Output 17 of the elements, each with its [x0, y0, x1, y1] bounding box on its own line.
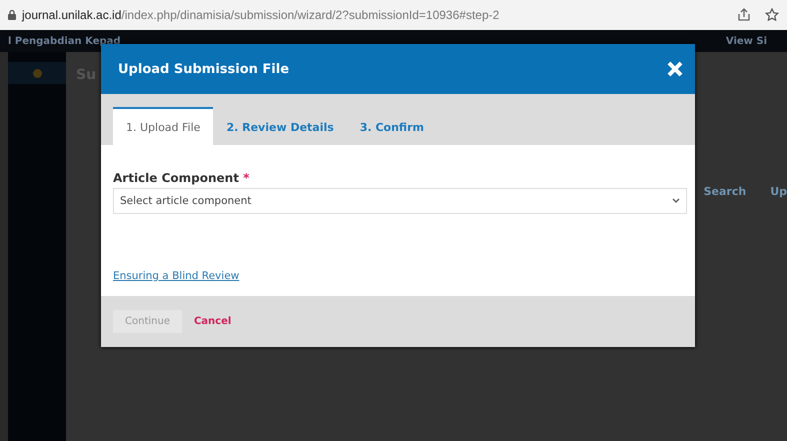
dialog-title: Upload Submission File — [118, 62, 290, 76]
site-title: l Pengabdian Kepad — [8, 36, 121, 46]
upload-link[interactable]: Up — [770, 185, 787, 198]
lock-icon — [8, 10, 16, 20]
share-icon[interactable] — [737, 8, 751, 22]
search-link[interactable]: Search — [704, 185, 746, 198]
cancel-link[interactable]: Cancel — [186, 310, 240, 333]
field-label: Article Component * — [113, 171, 250, 185]
view-site-link[interactable]: View Si — [726, 36, 767, 46]
close-icon[interactable] — [667, 61, 683, 77]
tab[interactable]: 2. Review Details — [213, 107, 347, 145]
select-field[interactable]: Select article component — [113, 188, 687, 214]
link[interactable]: Ensuring a Blind Review — [113, 270, 240, 282]
tab[interactable]: 3. Confirm — [346, 107, 437, 145]
star-icon[interactable] — [765, 8, 779, 22]
chevron-icon — [672, 198, 680, 204]
tab[interactable]: 1. Upload File — [113, 107, 214, 145]
